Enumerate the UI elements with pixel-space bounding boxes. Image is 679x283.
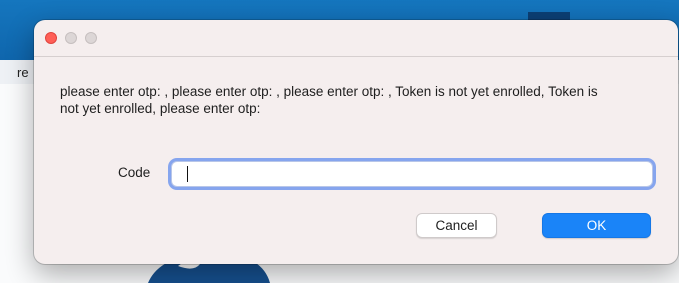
dialog-titlebar: [34, 20, 678, 57]
ok-button[interactable]: OK: [542, 213, 651, 238]
otp-dialog: please enter otp: , please enter otp: , …: [34, 20, 678, 264]
minimize-icon: [65, 32, 77, 44]
code-label: Code: [118, 165, 151, 180]
dialog-message: please enter otp: , please enter otp: , …: [60, 84, 598, 116]
text-caret: [187, 166, 188, 182]
background-toolbar-text: re: [17, 65, 29, 80]
close-icon[interactable]: [45, 32, 57, 44]
cancel-button[interactable]: Cancel: [416, 213, 497, 238]
zoom-icon: [85, 32, 97, 44]
code-input[interactable]: [171, 161, 653, 187]
